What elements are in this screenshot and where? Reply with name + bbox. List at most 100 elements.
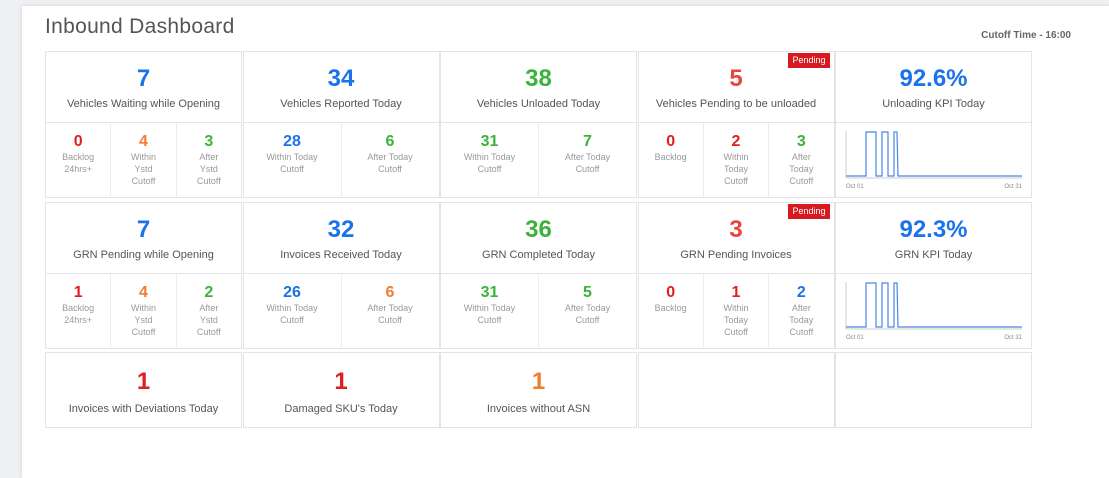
kpi-tile-empty-3 [637,352,835,428]
breakdown-value: 3 [796,133,806,150]
breakdown-value: 2 [796,284,806,301]
kpi-tile-vehicles-unloaded-today-breakdown-0[interactable]: 31 Within Today Cutoff [441,123,539,197]
kpi-tile-invoices-without-asn-label: Invoices without ASN [486,403,591,415]
kpi-tile-invoices-received-today-breakdown-1[interactable]: 6 After Today Cutoff [342,274,439,348]
kpi-tile-vehicles-pending-to-be-unloaded-breakdown-2[interactable]: 3 After Today Cutoff [769,123,833,197]
kpi-tile-damaged-sku-s-today[interactable]: 1 Damaged SKU's Today [242,352,440,428]
kpi-tile-vehicles-unloaded-today-value: 38 [525,65,552,92]
kpi-tile-invoices-with-deviations-today[interactable]: 1 Invoices with Deviations Today [45,352,242,428]
breakdown-caption: Cutoff [280,315,304,325]
kpi-tile-grn-pending-while-opening[interactable]: 7 GRN Pending while Opening 1 Backlog 24hrs+… [45,202,242,349]
sparkline-x-end-label: Oct 31 [1004,335,1022,341]
sparkline-x-start-label: Oct 01 [846,184,864,190]
breakdown-caption: Within Today [463,303,516,313]
breakdown-caption: Ystd [199,164,218,174]
breakdown-caption: Within [723,152,749,162]
breakdown-caption: Cutoff [196,327,221,337]
kpi-tile-vehicles-pending-to-be-unloaded-label: Vehicles Pending to be unloaded [655,98,817,110]
kpi-tile-vehicles-waiting-while-opening-value: 7 [136,65,151,92]
breakdown-value: 31 [480,284,499,301]
breakdown-caption: After [791,303,811,313]
breakdown-caption: 24hrs+ [64,315,93,325]
breakdown-caption: After Today [564,152,611,162]
breakdown-caption: Cutoff [575,164,600,174]
breakdown-caption: Cutoff [789,176,814,186]
kpi-tile-grn-pending-invoices-breakdown: 0 Backlog 1 Within Today Cutoff 2 After Today Cut… [639,274,834,348]
kpi-tile-vehicles-pending-to-be-unloaded-header: Pending 5 Vehicles Pending to be unloaded [638,52,834,123]
breakdown-caption: After Today [564,303,611,313]
breakdown-caption: Within Today [266,303,318,313]
kpi-tile-vehicles-unloaded-today-breakdown-1[interactable]: 7 After Today Cutoff [539,123,636,197]
kpi-tile-grn-completed-today-breakdown-1[interactable]: 5 After Today Cutoff [539,274,636,348]
sparkline-x-start-label: Oct 01 [846,335,864,341]
kpi-tile-invoices-with-deviations-today-label: Invoices with Deviations Today [68,403,219,415]
breakdown-caption: Today [789,164,814,174]
breakdown-value: 4 [139,133,148,150]
breakdown-caption: Backlog [654,303,687,313]
kpi-tile-grn-completed-today[interactable]: 36 GRN Completed Today 31 Within Today Cutof… [440,202,637,349]
breakdown-caption: Cutoff [789,327,814,337]
kpi-tile-grn-completed-today-value: 36 [525,216,552,243]
kpi-tile-unloading-kpi-today-value: 92.6% [899,65,968,92]
kpi-tile-unloading-kpi-today-trend: Oct 01 Oct 31 [836,123,1032,197]
kpi-tile-vehicles-waiting-while-opening-header: 7 Vehicles Waiting while Opening [46,52,241,123]
breakdown-value: 2 [731,133,741,150]
kpi-tile-vehicles-reported-today[interactable]: 34 Vehicles Reported Today 28 Within Today C… [242,51,440,198]
kpi-tile-vehicles-waiting-while-opening-breakdown-0[interactable]: 0 Backlog 24hrs+ [46,123,112,197]
breakdown-caption: After [199,152,219,162]
breakdown-caption: After [199,303,219,313]
kpi-tile-grn-kpi-today-label: GRN KPI Today [894,249,973,261]
kpi-tile-grn-pending-invoices-breakdown-2[interactable]: 2 After Today Cutoff [769,274,833,348]
breakdown-value: 1 [731,284,741,301]
breakdown-value: 1 [73,284,83,301]
kpi-tile-grn-kpi-today-value: 92.3% [899,216,968,243]
kpi-tile-invoices-without-asn-value: 1 [531,368,546,395]
breakdown-value: 31 [480,133,499,150]
breakdown-caption: Within [130,303,156,313]
kpi-tile-grn-pending-invoices-breakdown-1[interactable]: 1 Within Today Cutoff [704,274,770,348]
kpi-tile-unloading-kpi-today-breakdown: Oct 01 Oct 31 [836,123,1031,197]
kpi-tile-invoices-received-today[interactable]: 32 Invoices Received Today 26 Within Today C… [242,202,440,349]
breakdown-value: 0 [666,284,676,301]
kpi-tile-grn-kpi-today[interactable]: 92.3% GRN KPI Today Oct 01 Oct 31 [835,202,1032,349]
kpi-tile-empty-4-value [836,353,1031,369]
kpi-tile-vehicles-unloaded-today[interactable]: 38 Vehicles Unloaded Today 31 Within Today C… [440,51,637,198]
kpi-tile-vehicles-pending-to-be-unloaded-breakdown-0[interactable]: 0 Backlog [639,123,704,197]
breakdown-caption: After Today [367,303,413,313]
kpi-tile-grn-pending-while-opening-breakdown-2[interactable]: 2 After Ystd Cutoff [177,274,241,348]
kpi-tile-vehicles-pending-to-be-unloaded[interactable]: Pending 5 Vehicles Pending to be unloaded 0… [637,51,835,198]
breakdown-caption: Cutoff [575,315,600,325]
kpi-tile-grn-completed-today-breakdown-0[interactable]: 31 Within Today Cutoff [441,274,539,348]
page-title: Inbound Dashboard [45,15,235,38]
kpi-tile-grn-completed-today-label: GRN Completed Today [482,249,595,261]
kpi-tile-grn-pending-while-opening-breakdown-0[interactable]: 1 Backlog 24hrs+ [46,274,112,348]
breakdown-value: 3 [204,133,214,150]
pending-badge: Pending [788,204,830,219]
breakdown-caption: Today [723,164,748,174]
kpi-tile-vehicles-pending-to-be-unloaded-breakdown-1[interactable]: 2 Within Today Cutoff [704,123,770,197]
kpi-tile-unloading-kpi-today-header: 92.6% Unloading KPI Today [836,52,1031,123]
kpi-tile-invoices-received-today-breakdown-0[interactable]: 26 Within Today Cutoff [244,274,342,348]
breakdown-value: 0 [73,133,83,150]
breakdown-caption: Within [130,152,156,162]
kpi-tile-grn-pending-invoices[interactable]: Pending 3 GRN Pending Invoices 0 Backlog 1 Wit… [637,202,835,349]
breakdown-caption: Cutoff [477,315,502,325]
breakdown-caption: Cutoff [131,176,156,186]
kpi-tile-vehicles-reported-today-breakdown-0[interactable]: 28 Within Today Cutoff [244,123,342,197]
sparkline-series-line [846,131,1022,177]
kpi-tile-invoices-without-asn[interactable]: 1 Invoices without ASN [440,352,637,428]
kpi-tile-vehicles-waiting-while-opening-breakdown-2[interactable]: 3 After Ystd Cutoff [177,123,241,197]
kpi-tile-grn-pending-invoices-breakdown-0[interactable]: 0 Backlog [639,274,704,348]
kpi-tile-vehicles-waiting-while-opening-breakdown-1[interactable]: 4 Within Ystd Cutoff [111,123,177,197]
kpi-tile-unloading-kpi-today[interactable]: 92.6% Unloading KPI Today Oct 01 Oct 31 [835,51,1032,198]
breakdown-caption: Cutoff [477,164,502,174]
breakdown-caption: Cutoff [724,176,748,186]
kpi-tile-vehicles-waiting-while-opening[interactable]: 7 Vehicles Waiting while Opening 0 Backlog 2… [45,51,242,198]
kpi-tile-grn-pending-invoices-label: GRN Pending Invoices [680,249,792,261]
kpi-tile-damaged-sku-s-today-label: Damaged SKU's Today [284,403,398,415]
kpi-tile-vehicles-reported-today-header: 34 Vehicles Reported Today [243,52,439,123]
kpi-tile-vehicles-reported-today-breakdown-1[interactable]: 6 After Today Cutoff [342,123,439,197]
kpi-tile-vehicles-unloaded-today-label: Vehicles Unloaded Today [476,98,601,110]
kpi-tile-invoices-received-today-value: 32 [327,216,355,243]
kpi-tile-grn-pending-while-opening-breakdown-1[interactable]: 4 Within Ystd Cutoff [111,274,177,348]
